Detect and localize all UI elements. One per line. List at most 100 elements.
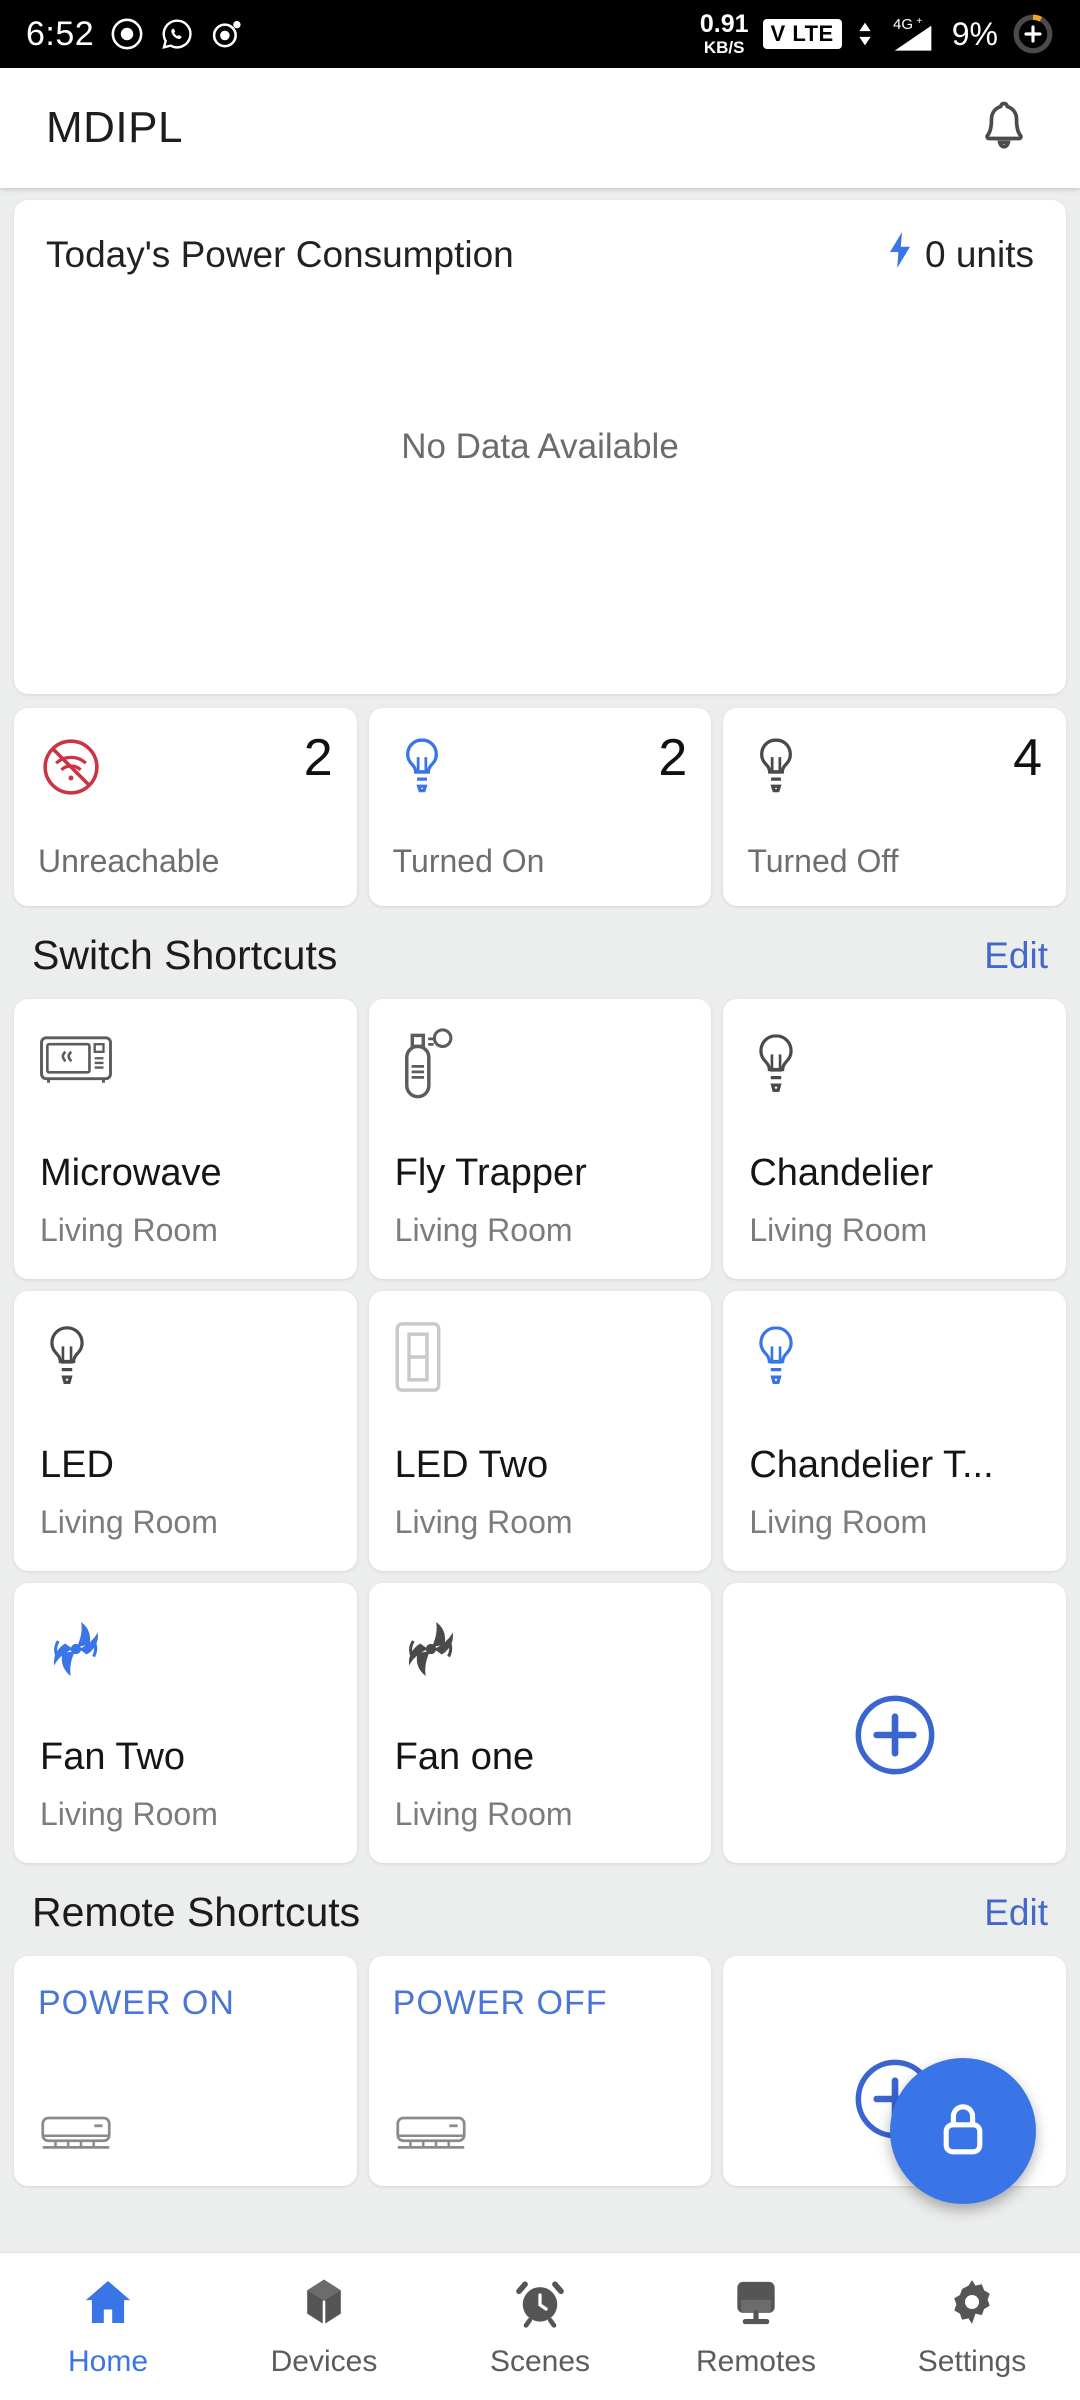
- status-bar: 6:52 0.91 KB/S V LTE 4G + 9%: [0, 0, 1080, 68]
- volte-badge: V LTE: [762, 19, 842, 49]
- switch-tile-led-two[interactable]: LED Two Living Room: [368, 1291, 712, 1571]
- switch-shortcuts-edit-button[interactable]: Edit: [984, 935, 1048, 977]
- switch-tile-room: Living Room: [394, 1504, 573, 1540]
- status-label: Unreachable: [38, 843, 220, 879]
- microwave-icon: [38, 1027, 333, 1113]
- status-bar-left: 6:52: [26, 15, 244, 54]
- lightning-bolt-icon: [885, 230, 915, 279]
- nav-item-remotes[interactable]: Remotes: [648, 2274, 864, 2379]
- bell-icon[interactable]: [974, 96, 1034, 161]
- bulb-on-icon: [747, 1319, 1042, 1405]
- power-empty-text: No Data Available: [401, 427, 679, 466]
- switch-tile-room: Living Room: [40, 1504, 218, 1540]
- power-card-value: 0 units: [885, 230, 1034, 279]
- status-card-top: 2: [393, 729, 688, 805]
- svg-text:4G: 4G: [893, 16, 913, 33]
- switch-tile-room: Living Room: [749, 1212, 928, 1248]
- signal-bars-icon: 4G +: [888, 14, 938, 54]
- spray-can-icon: [393, 1027, 688, 1113]
- remote-tile-power-off[interactable]: POWER OFF: [368, 1956, 712, 2186]
- app-bar: MDIPL: [0, 68, 1080, 188]
- status-card-top: 4: [747, 729, 1043, 805]
- status-card-turned-on[interactable]: 2 Turned On: [368, 708, 712, 906]
- remote-tile-label: POWER ON: [38, 1984, 235, 2022]
- air-conditioner-icon: [395, 2111, 467, 2160]
- power-consumption-card: Today's Power Consumption 0 units No Dat…: [14, 200, 1066, 694]
- remote-shortcuts-title: Remote Shortcuts: [32, 1889, 361, 1935]
- whatsapp-icon: [160, 17, 194, 51]
- add-switch-shortcut-button[interactable]: [723, 1583, 1066, 1863]
- device-status-row: 2 Unreachable 2 Turned On 4 Turned Off: [14, 708, 1067, 906]
- switch-tile-chandelier-two[interactable]: Chandelier T... Living Room: [723, 1291, 1066, 1571]
- bulb-off-icon: [747, 1027, 1042, 1113]
- wifi-off-icon: [38, 734, 104, 805]
- home-icon: [80, 2274, 136, 2335]
- switch-plate-icon: [393, 1319, 688, 1405]
- status-count: 2: [303, 729, 333, 787]
- switch-tile-name: Chandelier T...: [749, 1444, 994, 1486]
- fan-icon: [393, 1611, 688, 1697]
- switch-tile-chandelier[interactable]: Chandelier Living Room: [723, 999, 1066, 1279]
- nav-item-devices[interactable]: Devices: [216, 2274, 432, 2379]
- status-label: Turned On: [392, 843, 545, 879]
- nav-item-settings[interactable]: Settings: [864, 2274, 1080, 2379]
- camera-location-icon: [210, 17, 244, 51]
- air-conditioner-icon: [40, 2111, 112, 2160]
- switch-tile-name: Microwave: [40, 1152, 222, 1194]
- nav-label: Home: [67, 2345, 149, 2378]
- lock-icon: [927, 2093, 999, 2170]
- switch-tile-microwave[interactable]: Microwave Living Room: [14, 999, 357, 1279]
- switch-tile-room: Living Room: [40, 1796, 218, 1832]
- remote-shortcuts-edit-button[interactable]: Edit: [984, 1892, 1048, 1934]
- nav-item-scenes[interactable]: Scenes: [432, 2274, 648, 2379]
- status-card-turned-off[interactable]: 4 Turned Off: [723, 708, 1067, 906]
- status-count: 4: [1013, 729, 1043, 787]
- switch-shortcuts-grid: Microwave Living Room Fly Trapper Living…: [14, 999, 1066, 1863]
- cube-icon: [296, 2274, 352, 2335]
- power-units-text: 0 units: [924, 233, 1034, 275]
- switch-tile-name: Fly Trapper: [394, 1152, 587, 1194]
- switch-tile-name: LED Two: [394, 1444, 549, 1486]
- switch-tile-fly-trapper[interactable]: Fly Trapper Living Room: [368, 999, 712, 1279]
- switch-shortcuts-header: Switch Shortcuts Edit: [14, 906, 1066, 999]
- remote-tile-power-on[interactable]: POWER ON: [14, 1956, 357, 2186]
- network-speed-value: 0.91: [699, 10, 749, 38]
- data-transfer-icon: [856, 17, 874, 51]
- battery-ring-icon: [1012, 13, 1054, 55]
- status-time: 6:52: [26, 14, 95, 53]
- switch-tile-fan-two[interactable]: Fan Two Living Room: [14, 1583, 357, 1863]
- lock-fab-button[interactable]: [890, 2058, 1036, 2204]
- switch-tile-fan-one[interactable]: Fan one Living Room: [368, 1583, 712, 1863]
- alarm-clock-icon: [512, 2274, 568, 2335]
- bottom-navigation: Home Devices Scenes Remotes Settings: [0, 2252, 1080, 2400]
- page-title: MDIPL: [46, 103, 183, 152]
- switch-tile-name: Fan Two: [40, 1736, 186, 1778]
- status-count: 2: [658, 729, 688, 787]
- switch-shortcuts-title: Switch Shortcuts: [32, 932, 338, 978]
- status-card-unreachable[interactable]: 2 Unreachable: [14, 708, 357, 906]
- nav-label: Devices: [270, 2345, 378, 2378]
- switch-tile-name: Chandelier: [749, 1152, 934, 1194]
- monitor-icon: [728, 2274, 784, 2335]
- remote-shortcuts-header: Remote Shortcuts Edit: [14, 1863, 1066, 1956]
- main-scroll-area[interactable]: Today's Power Consumption 0 units No Dat…: [0, 188, 1080, 2252]
- battery-percent: 9%: [951, 15, 998, 52]
- network-speed-unit: KB/S: [703, 38, 745, 57]
- bulb-off-icon: [747, 734, 805, 805]
- remote-tile-label: POWER OFF: [392, 1984, 608, 2022]
- power-card-title: Today's Power Consumption: [46, 233, 514, 275]
- fan-icon: [38, 1611, 333, 1697]
- switch-tile-room: Living Room: [749, 1504, 928, 1540]
- switch-tile-room: Living Room: [394, 1212, 573, 1248]
- switch-tile-led[interactable]: LED Living Room: [14, 1291, 357, 1571]
- nav-item-home[interactable]: Home: [0, 2274, 216, 2379]
- svg-text:+: +: [916, 16, 922, 27]
- plus-circle-icon: [851, 1691, 939, 1784]
- power-card-header: Today's Power Consumption 0 units: [46, 230, 1034, 279]
- instagram-icon: [110, 17, 144, 51]
- nav-label: Remotes: [695, 2345, 817, 2378]
- switch-tile-name: LED: [40, 1444, 114, 1486]
- status-card-top: 2: [38, 729, 333, 805]
- switch-tile-name: Fan one: [394, 1736, 535, 1778]
- nav-label: Scenes: [489, 2345, 591, 2378]
